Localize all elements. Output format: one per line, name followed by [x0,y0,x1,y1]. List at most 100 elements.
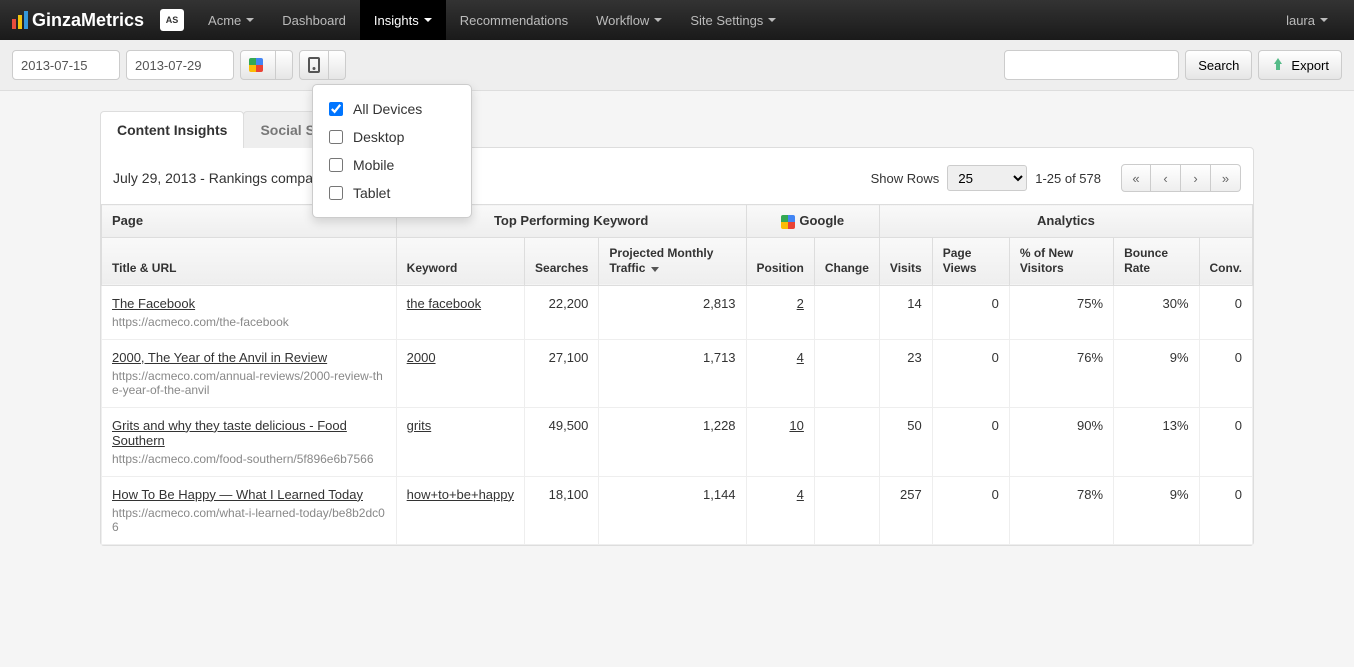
position-link[interactable]: 10 [789,418,803,433]
device-option-desktop[interactable]: Desktop [313,123,471,151]
position-link[interactable]: 2 [797,296,804,311]
cell-page: 2000, The Year of the Anvil in Reviewhtt… [102,339,397,407]
th-newvisitors[interactable]: % of New Visitors [1009,237,1113,285]
panel-header: July 29, 2013 - Rankings compa Show Rows… [101,164,1253,204]
device-dropdown-toggle[interactable] [329,50,346,80]
cell-searches: 18,100 [525,476,599,544]
device-option-all[interactable]: All Devices [313,95,471,123]
date-to-input[interactable] [126,50,234,80]
cell-searches: 49,500 [525,407,599,476]
search-button[interactable]: Search [1185,50,1252,80]
cell-newvisitors: 76% [1009,339,1113,407]
pager-prev[interactable]: ‹ [1151,164,1181,192]
cell-pageviews: 0 [932,476,1009,544]
cell-position: 2 [746,285,814,339]
cell-searches: 22,200 [525,285,599,339]
engine-dropdown-toggle[interactable] [276,50,293,80]
caret-icon [1320,18,1328,22]
position-link[interactable]: 4 [797,487,804,502]
caret-icon [246,18,254,22]
top-navbar: GinzaMetrics AS Acme Dashboard Insights … [0,0,1354,40]
nav-recommendations[interactable]: Recommendations [446,0,582,40]
cell-change [814,407,879,476]
cell-bounce: 13% [1114,407,1199,476]
tab-content-insights[interactable]: Content Insights [100,111,244,148]
device-option-tablet[interactable]: Tablet [313,179,471,207]
nav-insights[interactable]: Insights [360,0,446,40]
cell-page: Grits and why they taste delicious - Foo… [102,407,397,476]
export-button[interactable]: Export [1258,50,1342,80]
device-button[interactable] [299,50,329,80]
account-dropdown[interactable]: Acme [194,0,268,40]
device-picker[interactable] [299,50,346,80]
date-from-input[interactable] [12,50,120,80]
brand-logo: GinzaMetrics [12,10,144,31]
pager-next[interactable]: › [1181,164,1211,192]
engine-google-button[interactable] [240,50,276,80]
cell-searches: 27,100 [525,339,599,407]
th-bounce[interactable]: Bounce Rate [1114,237,1199,285]
cell-pageviews: 0 [932,407,1009,476]
cell-conv: 0 [1199,285,1252,339]
pager-first[interactable]: « [1121,164,1151,192]
device-option-mobile[interactable]: Mobile [313,151,471,179]
th-pageviews[interactable]: Page Views [932,237,1009,285]
page-title-link[interactable]: Grits and why they taste delicious - Foo… [112,418,386,448]
page-title-link[interactable]: The Facebook [112,296,386,311]
keyword-link[interactable]: 2000 [407,350,436,365]
nav-dashboard[interactable]: Dashboard [268,0,360,40]
cell-conv: 0 [1199,476,1252,544]
rows-select[interactable]: 25 [947,165,1027,191]
th-conv[interactable]: Conv. [1199,237,1252,285]
logo-bars-icon [12,11,28,29]
row-count-control: Show Rows 25 1-25 of 578 « ‹ › » [871,164,1241,192]
cell-newvisitors: 90% [1009,407,1113,476]
cell-projected: 1,713 [599,339,746,407]
google-icon [781,215,795,229]
th-change[interactable]: Change [814,237,879,285]
page-url: https://acmeco.com/the-facebook [112,315,386,329]
filter-toolbar: Search Export [0,40,1354,91]
position-link[interactable]: 4 [797,350,804,365]
pager: « ‹ › » [1121,164,1241,192]
keyword-link[interactable]: the facebook [407,296,481,311]
engine-picker[interactable] [240,50,293,80]
cell-position: 4 [746,476,814,544]
cell-projected: 1,144 [599,476,746,544]
checkbox-mobile[interactable] [329,158,343,172]
th-position[interactable]: Position [746,237,814,285]
nav-workflow[interactable]: Workflow [582,0,676,40]
cell-keyword: how+to+be+happy [396,476,524,544]
th-searches[interactable]: Searches [525,237,599,285]
table-row: How To Be Happy — What I Learned Todayht… [102,476,1253,544]
show-rows-label: Show Rows [871,171,940,186]
th-keyword[interactable]: Keyword [396,237,524,285]
summary-text: July 29, 2013 - Rankings compa [113,170,313,186]
user-menu[interactable]: laura [1272,0,1342,40]
checkbox-desktop[interactable] [329,130,343,144]
checkbox-all-devices[interactable] [329,102,343,116]
tab-bar: Content Insights Social Signals [100,111,1254,148]
page-title-link[interactable]: How To Be Happy — What I Learned Today [112,487,386,502]
cell-pageviews: 0 [932,339,1009,407]
page-url: https://acmeco.com/food-southern/5f896e6… [112,452,386,466]
table-row: Grits and why they taste delicious - Foo… [102,407,1253,476]
th-title-url[interactable]: Title & URL [102,237,397,285]
cell-projected: 2,813 [599,285,746,339]
th-projected[interactable]: Projected Monthly Traffic [599,237,746,285]
cell-keyword: grits [396,407,524,476]
content-area: Content Insights Social Signals July 29,… [0,91,1354,586]
page-title-link[interactable]: 2000, The Year of the Anvil in Review [112,350,386,365]
cell-pageviews: 0 [932,285,1009,339]
th-visits[interactable]: Visits [879,237,932,285]
caret-icon [654,18,662,22]
pager-last[interactable]: » [1211,164,1241,192]
checkbox-tablet[interactable] [329,186,343,200]
search-input[interactable] [1004,50,1179,80]
keyword-link[interactable]: grits [407,418,432,433]
keyword-link[interactable]: how+to+be+happy [407,487,514,502]
cell-change [814,476,879,544]
cell-position: 4 [746,339,814,407]
nav-site-settings[interactable]: Site Settings [676,0,790,40]
site-picker-icon[interactable]: AS [160,9,184,31]
